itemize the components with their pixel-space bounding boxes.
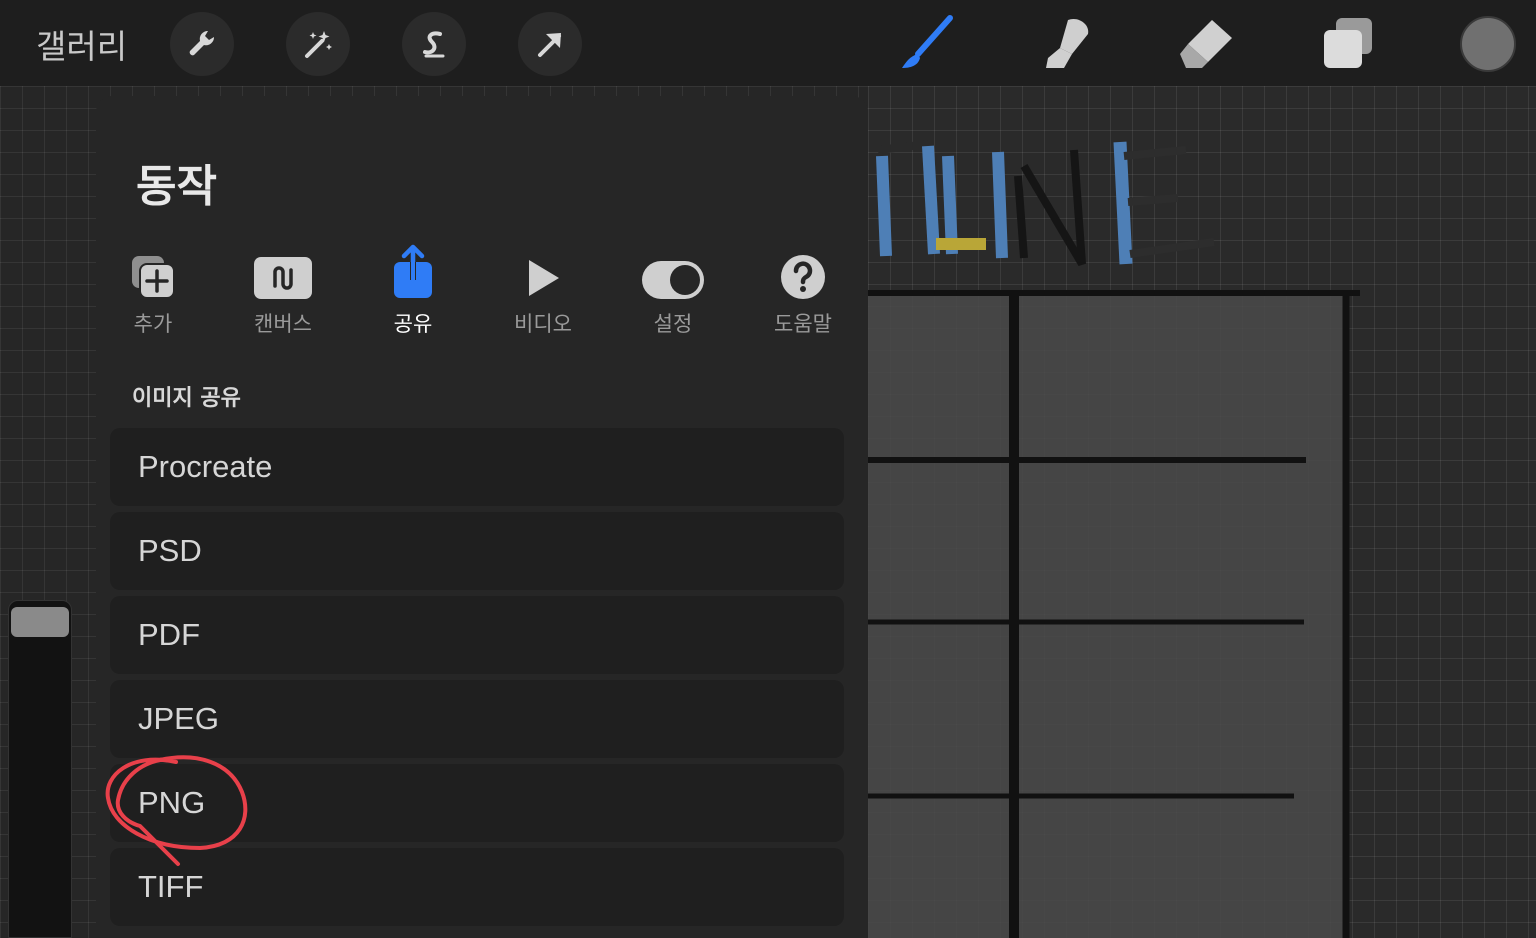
tab-video[interactable]: 비디오 xyxy=(478,244,608,336)
tab-label: 설정 xyxy=(653,312,693,336)
tab-share[interactable]: 공유 xyxy=(348,244,478,336)
gallery-button[interactable]: 갤러리 xyxy=(36,20,127,68)
top-toolbar: 갤러리 xyxy=(0,0,1536,86)
tab-help[interactable]: 도움말 xyxy=(738,244,868,336)
slider-handle[interactable] xyxy=(11,607,69,637)
transform-arrow-icon[interactable] xyxy=(518,12,582,76)
brush-icon[interactable] xyxy=(898,14,956,72)
tab-label: 비디오 xyxy=(514,312,572,336)
actions-panel: 동작 추가 캔버스 공유 비디오 설정 도움말 이미지 공유 Procreate… xyxy=(96,96,868,938)
tab-canvas[interactable]: 캔버스 xyxy=(218,244,348,336)
canvas-artwork[interactable] xyxy=(868,86,1536,938)
tab-prefs[interactable]: 설정 xyxy=(608,244,738,336)
share-option-jpeg[interactable]: JPEG xyxy=(110,680,844,758)
brush-size-slider[interactable] xyxy=(8,600,72,938)
tab-add[interactable]: 추가 xyxy=(88,244,218,336)
share-option-tiff[interactable]: TIFF xyxy=(110,848,844,926)
share-option-pdf[interactable]: PDF xyxy=(110,596,844,674)
eraser-icon[interactable] xyxy=(1178,14,1236,72)
share-icon xyxy=(348,244,478,300)
selection-icon[interactable] xyxy=(402,12,466,76)
tab-label: 캔버스 xyxy=(254,312,312,336)
tab-label: 공유 xyxy=(393,312,433,336)
color-picker-swatch[interactable] xyxy=(1460,16,1516,72)
section-heading: 이미지 공유 xyxy=(132,386,241,411)
share-option-procreate[interactable]: Procreate xyxy=(110,428,844,506)
tab-label: 도움말 xyxy=(774,312,832,336)
help-icon xyxy=(738,244,868,300)
canvas-icon xyxy=(218,244,348,300)
smudge-icon[interactable] xyxy=(1038,14,1096,72)
add-icon xyxy=(88,244,218,300)
magic-wand-icon[interactable] xyxy=(286,12,350,76)
share-option-png[interactable]: PNG xyxy=(110,764,844,842)
play-icon xyxy=(478,244,608,300)
panel-title: 동작 xyxy=(136,161,217,212)
share-option-psd[interactable]: PSD xyxy=(110,512,844,590)
wrench-icon[interactable] xyxy=(170,12,234,76)
layers-icon[interactable] xyxy=(1318,14,1376,72)
toggle-icon xyxy=(608,244,738,300)
tab-label: 추가 xyxy=(133,312,173,336)
